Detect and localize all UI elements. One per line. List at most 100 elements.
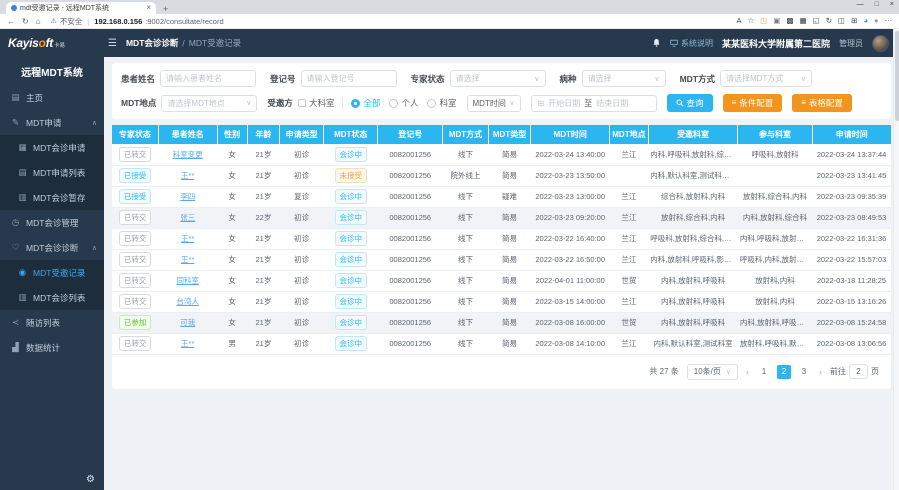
page-button-1[interactable]: 1 <box>757 365 771 379</box>
cell-mdt_time: 2022-03-24 13:40:00 <box>531 144 610 165</box>
sidebar-item-mdt-diagnosis[interactable]: ♡MDT会诊诊断∧ <box>0 235 104 260</box>
sidebar-item-mdt-consult-list[interactable]: ▥MDT会诊列表 <box>0 285 104 310</box>
next-page-icon[interactable]: › <box>819 367 822 377</box>
patient-name-link[interactable]: 王** <box>181 255 194 264</box>
mdt-mode-select[interactable]: 请选择MDT方式 ∨ <box>720 70 812 87</box>
extension-icon-4[interactable]: ▦ <box>800 17 807 25</box>
date-range-input[interactable]: ⊞ 开始日期 至 结束日期 <box>531 95 657 112</box>
sidebar-item-data-stats[interactable]: ▟数据统计 <box>0 335 104 360</box>
search-button[interactable]: 查询 <box>667 94 713 112</box>
cell-mdt_status: 会诊中 <box>324 249 378 270</box>
favorites-star-icon[interactable]: ☆ <box>748 17 755 25</box>
browser-tab[interactable]: mdt受邀记录 - 远程MDT系统 × <box>6 2 156 14</box>
patient-name-input[interactable] <box>160 70 256 87</box>
sidebar-collapse-icon[interactable]: ☰ <box>108 38 117 49</box>
table-row[interactable]: 已转交张三女22岁初诊会诊中0082001256线下简易2022-03-23 0… <box>112 207 891 228</box>
column-header-mdt_time: MDT时间 <box>531 125 610 144</box>
patient-name-link[interactable]: 王** <box>181 171 194 180</box>
table-row[interactable]: 已转交王**女21岁初诊会诊中0082001256线下简易2022-03-22 … <box>112 249 891 270</box>
scrollbar-thumb[interactable] <box>895 31 899 121</box>
goto-page-input[interactable] <box>849 364 868 379</box>
sidebar-item-home[interactable]: ▤主页 <box>0 85 104 110</box>
patient-name-link[interactable]: 李四 <box>180 192 195 201</box>
invitee-radio-科室[interactable]: 科室 <box>427 97 456 109</box>
goto-page: 前往 页 <box>830 364 879 379</box>
chevron-down-icon: ∨ <box>534 75 539 83</box>
split-screen-icon[interactable]: ◫ <box>838 17 845 25</box>
sidebar-item-mdt-consult-draft[interactable]: ▥MDT会诊暂存 <box>0 185 104 210</box>
profile-avatar-icon[interactable]: ● <box>874 17 879 25</box>
extension-icon-1[interactable]: ◳ <box>760 17 767 25</box>
extensions-puzzle-icon[interactable]: ⊞ <box>851 17 857 25</box>
table-row[interactable]: 已接受李四女21岁复诊会诊中0082001256线下疑难2022-03-23 1… <box>112 186 891 207</box>
mdt-time-select[interactable]: MDT时间 ∨ <box>467 95 521 112</box>
address-url-box[interactable]: ⚠ 不安全 | 192.168.0.156:9002/consultate/re… <box>51 16 731 27</box>
cell-expert_status: 已参加 <box>112 312 158 333</box>
page-size-select[interactable]: 10条/页 ∨ <box>687 364 738 380</box>
sidebar-item-mdt-apply[interactable]: ✎MDT申请∧ <box>0 110 104 135</box>
table-row[interactable]: 已转交台湾人女21岁初诊会诊中0082001256线下简易2022-03-15 … <box>112 291 891 312</box>
extension-icon-5[interactable]: ◱ <box>813 17 820 25</box>
sidebar-item-follow-up-list[interactable]: ≺随访列表 <box>0 310 104 335</box>
copilot-icon[interactable]: ◕ <box>863 17 868 25</box>
cell-name: 李四 <box>158 186 217 207</box>
breadcrumb-current[interactable]: MDT受邀记录 <box>189 37 241 49</box>
browser-scrollbar[interactable] <box>893 29 899 490</box>
sidebar-item-mdt-apply-list[interactable]: ▤MDT申请列表 <box>0 160 104 185</box>
condition-config-button[interactable]: ≡ 条件配置 <box>723 94 783 112</box>
window-close-icon[interactable]: × <box>890 1 894 8</box>
page-button-2[interactable]: 2 <box>777 365 791 379</box>
table-row[interactable]: 已转交王**男21岁初诊会诊中0082001256线下简易2022-03-08 … <box>112 333 891 354</box>
table-config-button[interactable]: ≡ 表格配置 <box>792 94 852 112</box>
settings-gear-icon[interactable]: ⚙ <box>86 474 95 485</box>
extension-icon-2[interactable]: ▣ <box>773 17 780 25</box>
app-logo[interactable]: Kayisoft 卡易 <box>0 36 104 50</box>
refresh-extension-icon[interactable]: ↻ <box>826 17 832 25</box>
patient-name-link[interactable]: 王** <box>181 234 194 243</box>
patient-name-link[interactable]: 张三 <box>180 213 195 222</box>
window-restore-icon[interactable]: □ <box>875 1 879 8</box>
cell-age: 21岁 <box>247 291 279 312</box>
table-row[interactable]: 已转交同科室女21岁初诊会诊中0082001256线下简易2022-04-01 … <box>112 270 891 291</box>
user-avatar[interactable] <box>872 35 889 52</box>
cell-mdt_status: 未接受 <box>324 165 378 186</box>
chevron-down-icon: ∨ <box>246 99 251 107</box>
invitee-radio-个人[interactable]: 个人 <box>389 97 418 109</box>
patient-name-link[interactable]: 可我 <box>180 318 195 327</box>
cell-expert_status: 已转交 <box>112 333 158 354</box>
expert-status-select[interactable]: 请选择 ∨ <box>450 70 546 87</box>
cell-apply_type: 初诊 <box>280 333 324 354</box>
tab-close-icon[interactable]: × <box>146 4 151 12</box>
patient-name-link[interactable]: 王** <box>181 339 194 348</box>
table-row[interactable]: 已转交科室变更女21岁初诊会诊中0082001256线下简易2022-03-24… <box>112 144 891 165</box>
home-icon[interactable]: ⌂ <box>36 17 41 26</box>
read-aloud-icon[interactable]: A <box>737 17 742 25</box>
window-minimize-icon[interactable]: — <box>857 1 864 8</box>
new-tab-button[interactable]: + <box>163 5 168 14</box>
system-help-link[interactable]: 系统说明 <box>670 38 713 49</box>
reg-no-input[interactable] <box>301 70 397 87</box>
table-row[interactable]: 已转交王**女21岁初诊会诊中0082001256线下简易2022-03-22 … <box>112 228 891 249</box>
notification-bell-icon[interactable] <box>652 38 661 48</box>
expert_status-badge: 已转交 <box>119 147 152 162</box>
cell-mdt_type: 简易 <box>488 291 531 312</box>
patient-name-link[interactable]: 科室变更 <box>173 150 203 159</box>
sidebar-item-mdt-invite-record[interactable]: ◉MDT受邀记录 <box>0 260 104 285</box>
extension-icon-3[interactable]: ▩ <box>786 17 793 25</box>
table-row[interactable]: 已接受王**女21岁初诊未接受0082001256院外线上简易2022-03-2… <box>112 165 891 186</box>
more-menu-icon[interactable]: ⋯ <box>885 17 893 25</box>
refresh-icon[interactable]: ↻ <box>22 17 29 26</box>
sidebar-item-mdt-manage[interactable]: ◷MDT会诊管理 <box>0 210 104 235</box>
page-button-3[interactable]: 3 <box>797 365 811 379</box>
cell-joined_depts: 内科,呼吸科,放射科,综合科 <box>738 228 812 249</box>
mdt-place-select[interactable]: 请选择MDT地点 ∨ <box>161 95 257 112</box>
table-row[interactable]: 已参加可我女21岁初诊会诊中0082001256线下简易2022-03-08 1… <box>112 312 891 333</box>
disease-select[interactable]: 请选择 ∨ <box>582 70 666 87</box>
patient-name-link[interactable]: 同科室 <box>176 276 199 285</box>
prev-page-icon[interactable]: ‹ <box>746 367 749 377</box>
patient-name-link[interactable]: 台湾人 <box>176 297 199 306</box>
big-dept-checkbox[interactable]: 大科室 <box>298 97 335 109</box>
invitee-radio-全部[interactable]: 全部 <box>351 97 380 109</box>
sidebar-item-mdt-consult-apply[interactable]: ▦MDT会诊申请 <box>0 135 104 160</box>
back-icon[interactable]: ← <box>7 17 15 26</box>
